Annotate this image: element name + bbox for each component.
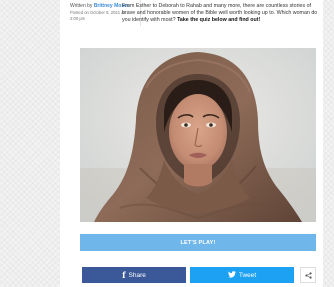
facebook-icon: f	[122, 270, 126, 280]
posted-date: Posted on October 8, 2021 at 2:00 pm	[70, 10, 125, 21]
article-meta: Written by Brittney Moses Posted on Octo…	[70, 3, 130, 21]
article-content: Written by Brittney Moses Posted on Octo…	[60, 0, 323, 287]
more-share-button[interactable]	[300, 267, 316, 283]
facebook-share-label: Share	[128, 271, 146, 279]
twitter-bird-icon	[227, 270, 236, 280]
byline: Written by Brittney Moses	[70, 3, 130, 9]
intro-cta: Take the quiz below and find out!	[177, 17, 261, 23]
written-by-label: Written by	[70, 3, 93, 9]
intro-paragraph: From Esther to Deborah to Rahab and many…	[122, 3, 322, 24]
article-image	[80, 48, 316, 222]
page-background-left	[0, 0, 60, 287]
share-icon	[304, 266, 312, 284]
twitter-tweet-label: Tweet	[238, 271, 257, 279]
facebook-share-button[interactable]: f Share	[82, 267, 186, 283]
woman-portrait-image	[80, 48, 316, 222]
twitter-tweet-button[interactable]: Tweet	[190, 267, 294, 283]
page-background-right	[323, 0, 334, 287]
lets-play-button[interactable]: LET'S PLAY!	[80, 234, 316, 251]
